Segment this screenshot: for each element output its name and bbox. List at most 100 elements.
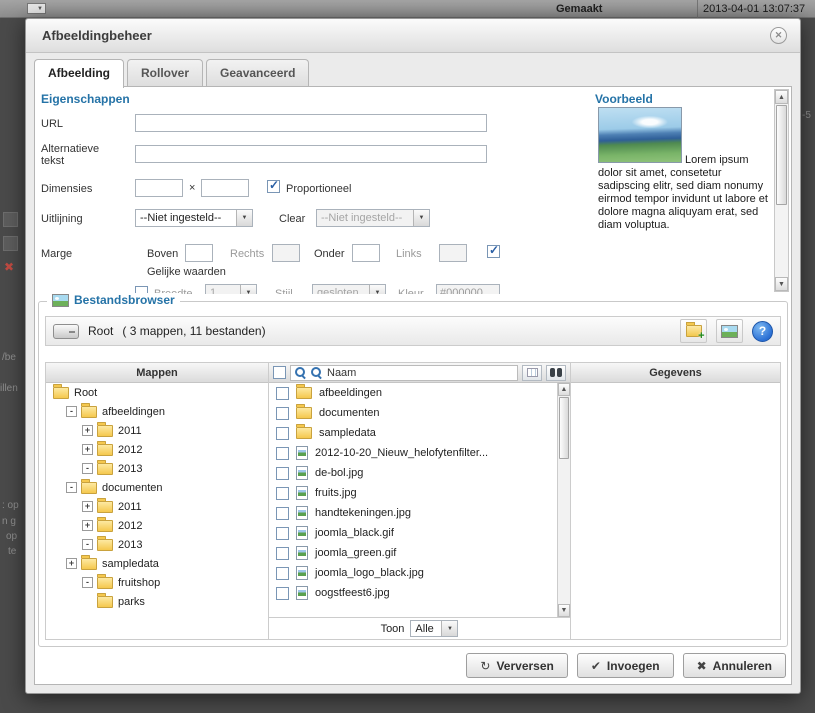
tab-geavanceerd[interactable]: Geavanceerd [206, 59, 309, 86]
scroll-up-icon[interactable] [775, 90, 788, 104]
file-row[interactable]: de-bol.jpg [269, 463, 557, 483]
height-input[interactable] [201, 179, 249, 197]
file-checkbox[interactable] [276, 567, 289, 580]
zoom-out-icon[interactable] [311, 367, 322, 378]
file-checkbox[interactable] [276, 487, 289, 500]
file-row[interactable]: joomla_green.gif [269, 543, 557, 563]
tree-item[interactable]: -fruitshop [46, 573, 268, 592]
file-list-scrollbar[interactable] [557, 383, 570, 617]
file-row[interactable]: handtekeningen.jpg [269, 503, 557, 523]
margin-top-input[interactable] [185, 244, 213, 262]
zoom-in-icon[interactable] [295, 367, 306, 378]
url-input[interactable] [135, 114, 487, 132]
alt-text-input[interactable] [135, 145, 487, 163]
tree-item[interactable]: +2011 [46, 497, 268, 516]
scroll-down-icon[interactable] [775, 277, 788, 291]
properties-scrollbar[interactable] [774, 89, 789, 292]
tree-item[interactable]: +2012 [46, 516, 268, 535]
file-checkbox[interactable] [276, 427, 289, 440]
folder-icon [97, 520, 113, 532]
collapse-icon[interactable]: - [82, 463, 93, 474]
file-checkbox[interactable] [276, 587, 289, 600]
collapse-icon[interactable]: - [82, 539, 93, 550]
alignment-label: Uitlijning [41, 213, 83, 225]
upload-button[interactable] [716, 319, 743, 343]
name-sort-header[interactable]: Naam [290, 365, 518, 381]
expand-icon[interactable]: + [66, 558, 77, 569]
files-header: Naam [269, 363, 570, 383]
file-row[interactable]: joomla_black.gif [269, 523, 557, 543]
file-checkbox[interactable] [276, 547, 289, 560]
browser-legend-text: Bestandsbrowser [74, 293, 175, 307]
expand-icon[interactable]: + [82, 425, 93, 436]
preview-legend: Voorbeeld [595, 92, 653, 106]
file-checkbox[interactable] [276, 387, 289, 400]
tree-item[interactable]: -2013 [46, 535, 268, 554]
file-row[interactable]: 2012-10-20_Nieuw_helofytenfilter... [269, 443, 557, 463]
collapse-icon[interactable]: - [82, 577, 93, 588]
collapse-icon[interactable]: - [66, 406, 77, 417]
tree-item[interactable]: -afbeeldingen [46, 402, 268, 421]
file-checkbox[interactable] [276, 407, 289, 420]
file-row[interactable]: joomla_logo_black.jpg [269, 563, 557, 583]
file-checkbox[interactable] [276, 527, 289, 540]
scroll-up-icon[interactable] [558, 383, 570, 396]
file-row[interactable]: afbeeldingen [269, 383, 557, 403]
collapse-icon[interactable]: - [66, 482, 77, 493]
path-root-link[interactable]: Root [88, 324, 113, 338]
tab-afbeelding[interactable]: Afbeelding [34, 59, 124, 88]
tree-item-label: Root [74, 387, 97, 399]
insert-button[interactable]: Invoegen [577, 653, 674, 678]
tree-item-root[interactable]: Root [46, 383, 268, 402]
folder-icon [97, 425, 113, 437]
search-button[interactable] [546, 365, 566, 381]
select-all-checkbox[interactable] [273, 366, 286, 379]
proportional-checkbox[interactable] [267, 180, 280, 193]
tree-item[interactable]: -documenten [46, 478, 268, 497]
tree-item[interactable]: +sampledata [46, 554, 268, 573]
expand-icon[interactable]: + [82, 444, 93, 455]
border-style-select[interactable]: gesloten [312, 284, 386, 294]
file-row[interactable]: oogstfeest6.jpg [269, 583, 557, 603]
file-checkbox[interactable] [276, 507, 289, 520]
path-info: ( 3 mappen, 11 bestanden) [122, 324, 265, 338]
tree-item[interactable]: +2012 [46, 440, 268, 459]
margin-bottom-input[interactable] [352, 244, 380, 262]
scroll-down-icon[interactable] [558, 604, 570, 617]
dialog-title: Afbeeldingbeheer [42, 28, 152, 43]
new-folder-icon [686, 325, 702, 337]
dialog-titlebar[interactable]: Afbeeldingbeheer [26, 19, 800, 53]
equal-values-checkbox[interactable] [487, 245, 500, 258]
file-row[interactable]: fruits.jpg [269, 483, 557, 503]
cancel-button[interactable]: Annuleren [683, 653, 786, 678]
scrollbar-thumb[interactable] [776, 105, 787, 205]
tree-item-label: 2013 [118, 463, 142, 475]
border-color-input[interactable] [436, 284, 500, 294]
new-folder-button[interactable] [680, 319, 707, 343]
help-button[interactable] [752, 321, 773, 342]
clear-select[interactable]: --Niet ingesteld-- [316, 209, 430, 227]
background-column-divider [697, 0, 698, 18]
file-row[interactable]: sampledata [269, 423, 557, 443]
background-text-fragment: -5 [802, 110, 811, 121]
file-checkbox[interactable] [276, 467, 289, 480]
columns-view-button[interactable] [522, 365, 542, 381]
file-row[interactable]: documenten [269, 403, 557, 423]
file-checkbox[interactable] [276, 447, 289, 460]
width-input[interactable] [135, 179, 183, 197]
scrollbar-thumb[interactable] [559, 397, 569, 459]
show-filter-select[interactable]: Alle [410, 620, 458, 637]
expand-icon[interactable]: + [82, 501, 93, 512]
dialog-content: Eigenschappen URL Alternatieve tekst Dim… [34, 86, 792, 685]
tab-rollover[interactable]: Rollover [127, 59, 203, 86]
close-icon[interactable] [770, 27, 787, 44]
tree-item[interactable]: - 2013 [46, 459, 268, 478]
folder-icon [296, 387, 312, 399]
refresh-button[interactable]: Verversen [466, 653, 567, 678]
alignment-select[interactable]: --Niet ingesteld-- [135, 209, 253, 227]
tree-item[interactable]: +2011 [46, 421, 268, 440]
expand-icon[interactable]: + [82, 520, 93, 531]
chevron-down-icon [441, 621, 457, 636]
tree-item[interactable]: parks [46, 592, 268, 611]
border-width-select[interactable]: 1 [205, 284, 257, 294]
